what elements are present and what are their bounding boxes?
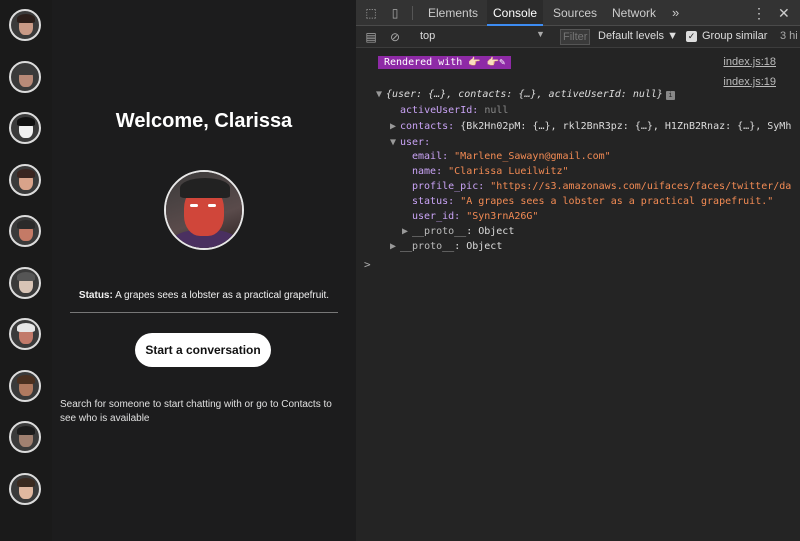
context-selector[interactable]: top: [420, 30, 435, 42]
contact-avatar[interactable]: [9, 421, 41, 453]
prop-proto-outer[interactable]: ▶ __proto__: Object: [390, 241, 502, 252]
source-link-1[interactable]: index.js:18: [723, 56, 776, 68]
source-link-2[interactable]: index.js:19: [723, 76, 776, 88]
levels-dropdown[interactable]: Default levels ▼: [598, 30, 678, 42]
contact-rail: [0, 0, 52, 541]
divider: [70, 312, 338, 313]
filter-input[interactable]: [560, 29, 590, 45]
sidebar-toggle-icon[interactable]: ▤: [364, 30, 378, 44]
contact-avatar[interactable]: [9, 112, 41, 144]
tab-console[interactable]: Console: [487, 0, 544, 26]
console-prompt[interactable]: >: [364, 258, 371, 271]
hint-text: Search for someone to start chatting wit…: [60, 399, 332, 424]
prop-profile-pic: profile_pic: "https://s3.amazonaws.com/u…: [412, 181, 792, 192]
rendered-badge: Rendered with 👉🏻 👉🏻✎: [378, 56, 512, 69]
devtools-tabbar: ⬚ ▯ Elements Console Sources Network » ⋮…: [356, 0, 800, 26]
chat-app: Welcome, Clarissa Status: A grapes sees …: [0, 0, 356, 541]
tab-network[interactable]: Network: [606, 0, 662, 26]
console-output: Rendered with 👉🏻 👉🏻✎ index.js:18 index.j…: [356, 50, 800, 541]
prop-user-id: user_id: "Syn3rnA26G": [412, 211, 539, 222]
contact-avatar[interactable]: [9, 215, 41, 247]
contact-avatar[interactable]: [9, 60, 41, 93]
tab-sources[interactable]: Sources: [547, 0, 603, 26]
hidden-count: 3 hi: [780, 30, 798, 42]
tab-elements[interactable]: Elements: [422, 0, 484, 26]
expand-arrow-icon[interactable]: ▼: [376, 89, 386, 100]
more-tabs-icon[interactable]: »: [672, 0, 679, 26]
status-text: A grapes sees a lobster as a practical g…: [115, 290, 330, 301]
prop-contacts[interactable]: ▶ contacts: {Bk2Hn02pM: {…}, rkl2BnR3pz: …: [390, 121, 791, 132]
prop-user[interactable]: ▼ user:: [390, 137, 430, 148]
status-label: Status:: [78, 290, 113, 301]
contact-avatar[interactable]: [9, 472, 41, 505]
clear-console-icon[interactable]: ⊘: [388, 30, 402, 44]
prop-name: name: "Clarissa Lueilwitz": [412, 166, 569, 177]
contact-avatar[interactable]: [9, 163, 41, 196]
object-root[interactable]: ▼ {user: {…}, contacts: {…}, activeUserId…: [376, 89, 675, 100]
prop-active-user: activeUserId: null: [400, 105, 509, 116]
contact-avatar[interactable]: [9, 369, 41, 402]
devtools-panel: ⬚ ▯ Elements Console Sources Network » ⋮…: [356, 0, 800, 541]
collapse-arrow-icon[interactable]: ▶: [402, 226, 412, 237]
contact-avatar[interactable]: [9, 9, 41, 41]
contact-avatar[interactable]: [9, 318, 41, 350]
profile-avatar: [164, 170, 244, 250]
console-toolbar: ▤ ⊘ top ▼ Default levels ▼ ✓ Group simil…: [356, 26, 800, 48]
group-similar-label: Group similar: [702, 30, 768, 42]
expand-arrow-icon[interactable]: ▼: [390, 137, 400, 148]
contact-avatar[interactable]: [9, 266, 41, 299]
device-toggle-icon[interactable]: ▯: [388, 6, 402, 20]
collapse-arrow-icon[interactable]: ▶: [390, 241, 400, 252]
prop-proto-inner[interactable]: ▶ __proto__: Object: [402, 226, 514, 237]
close-icon[interactable]: ✕: [778, 0, 790, 26]
object-summary: {user: {…}, contacts: {…}, activeUserId:…: [386, 89, 663, 100]
welcome-title: Welcome, Clarissa: [115, 110, 293, 132]
group-similar-checkbox[interactable]: ✓: [686, 31, 697, 42]
prop-status: status: "A grapes sees a lobster as a pr…: [412, 196, 774, 207]
info-icon: i: [665, 91, 675, 100]
kebab-menu-icon[interactable]: ⋮: [752, 0, 766, 26]
prop-email: email: "Marlene_Sawayn@gmail.com": [412, 151, 611, 162]
inspect-icon[interactable]: ⬚: [364, 6, 378, 20]
start-conversation-button[interactable]: Start a conversation: [135, 333, 271, 367]
welcome-panel: Welcome, Clarissa Status: A grapes sees …: [52, 0, 356, 541]
collapse-arrow-icon[interactable]: ▶: [390, 121, 400, 132]
status-line: Status: A grapes sees a lobster as a pra…: [52, 290, 356, 301]
chevron-down-icon[interactable]: ▼: [536, 29, 545, 39]
